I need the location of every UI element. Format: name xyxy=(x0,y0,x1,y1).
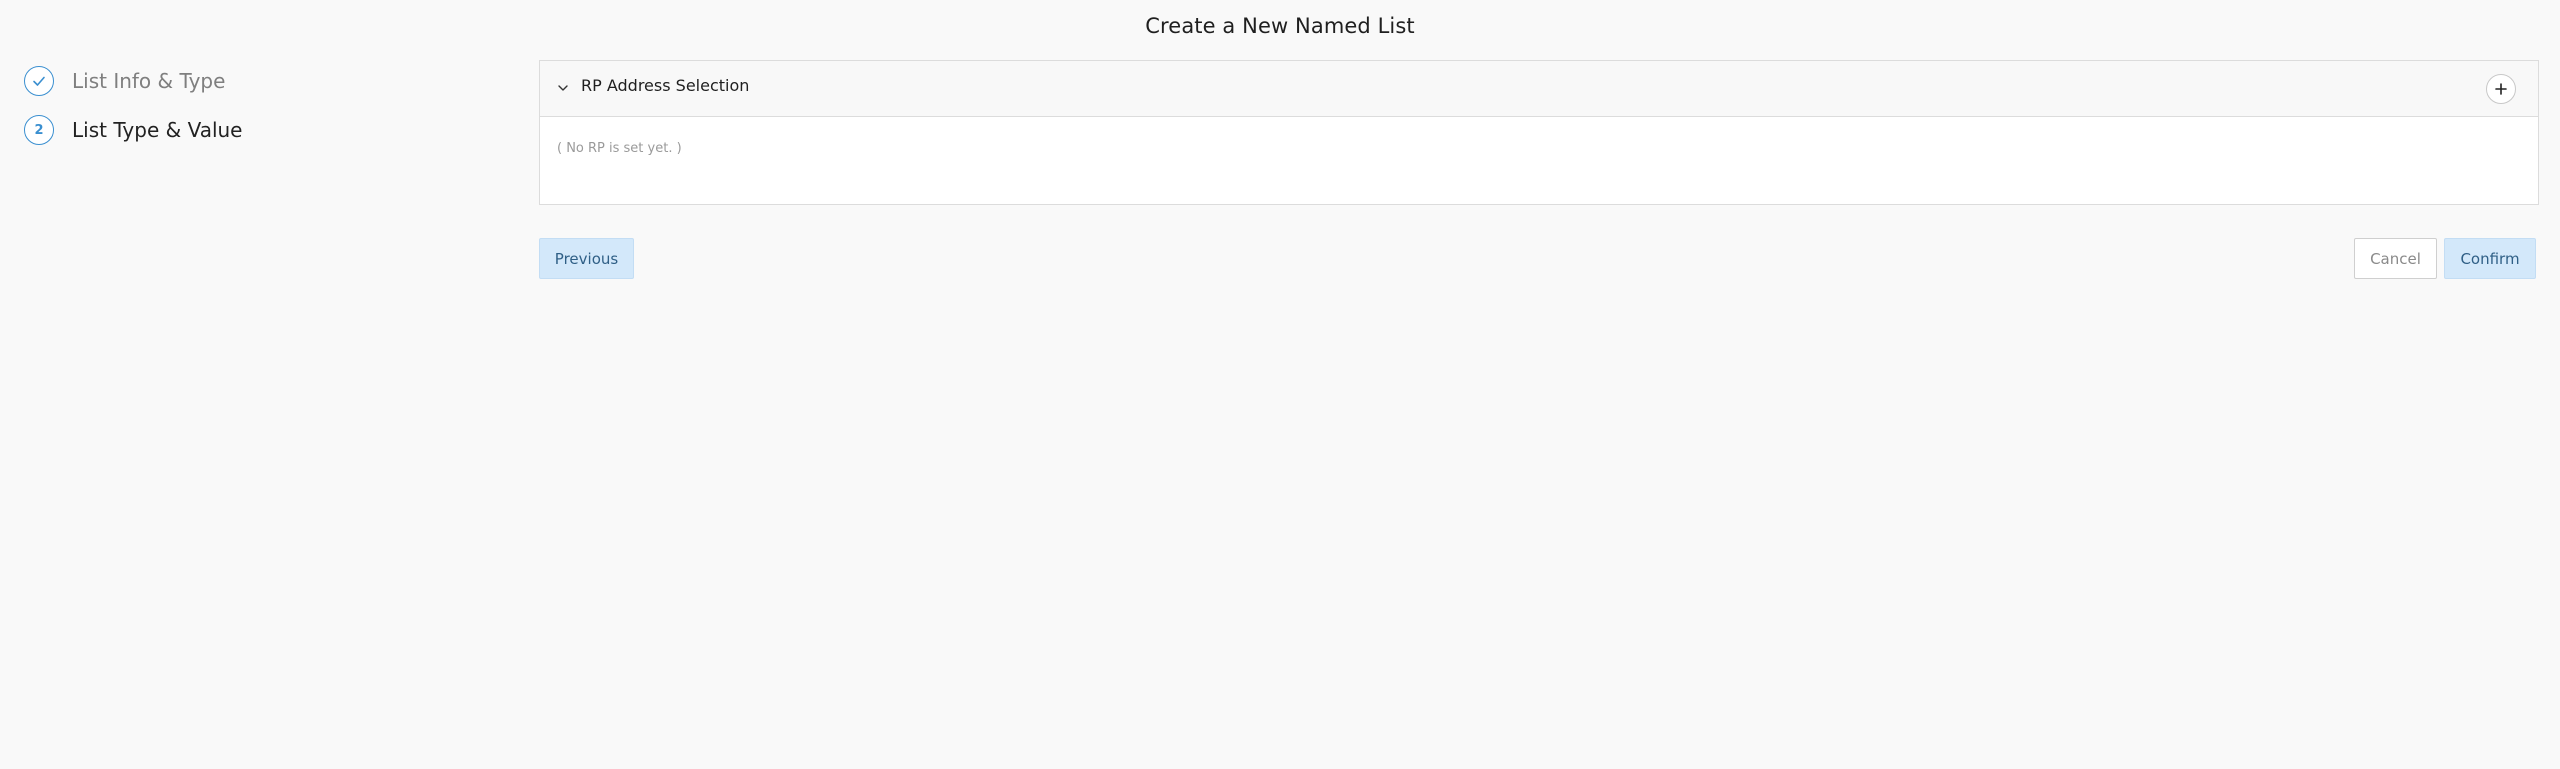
step-label: List Info & Type xyxy=(72,69,226,93)
confirm-button[interactable]: Confirm xyxy=(2444,238,2536,279)
panel-title: RP Address Selection xyxy=(581,76,750,95)
cancel-button[interactable]: Cancel xyxy=(2354,238,2437,279)
add-rp-button[interactable] xyxy=(2486,74,2516,104)
panel-header: RP Address Selection xyxy=(540,61,2538,117)
empty-state-text: ( No RP is set yet. ) xyxy=(557,141,682,156)
step-list-type-value[interactable]: 2 List Type & Value xyxy=(24,115,243,145)
rp-address-selection-panel: RP Address Selection ( No RP is set yet.… xyxy=(539,60,2539,205)
previous-button[interactable]: Previous xyxy=(539,238,634,279)
step-completed-circle xyxy=(24,66,54,96)
chevron-down-icon[interactable] xyxy=(555,80,571,96)
step-number: 2 xyxy=(34,122,44,138)
panel-body: ( No RP is set yet. ) xyxy=(540,117,2538,204)
step-number-circle: 2 xyxy=(24,115,54,145)
step-list-info-type[interactable]: List Info & Type xyxy=(24,66,225,96)
page-title: Create a New Named List xyxy=(1145,14,1415,38)
plus-icon xyxy=(2495,83,2507,95)
check-icon xyxy=(33,76,45,86)
step-label: List Type & Value xyxy=(72,118,243,142)
